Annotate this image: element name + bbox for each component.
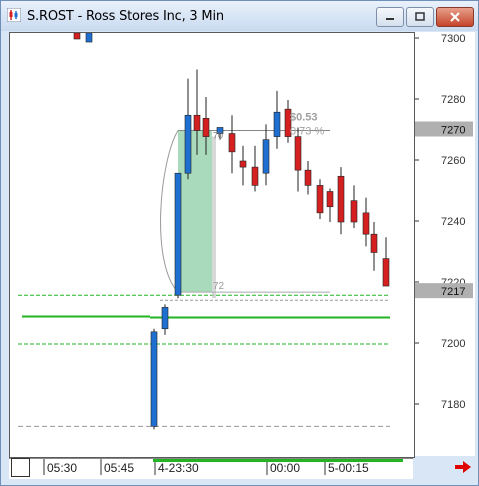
- candle-body: [316, 185, 324, 214]
- price-tick-label: 7200: [441, 338, 465, 350]
- candle-body: [294, 136, 302, 171]
- close-button[interactable]: [436, 7, 474, 27]
- candle-body: [350, 200, 358, 223]
- minimize-button[interactable]: [376, 7, 404, 27]
- change-percent-label: 0.73 %: [290, 126, 324, 138]
- change-amount-label: $0.53: [290, 112, 318, 124]
- candle-body: [73, 32, 81, 40]
- candle-body: [239, 160, 247, 168]
- chart-plot-area[interactable]: $0.53 0.73 % 72 70: [9, 29, 415, 458]
- candle-body: [174, 172, 182, 296]
- candle-body: [202, 118, 210, 137]
- title-bar[interactable]: S.ROST - Ross Stores Inc, 3 Min: [1, 1, 478, 31]
- time-axis[interactable]: 05:30 05:45 4-23:30 00:00 5-00:15: [9, 458, 413, 479]
- candle-body: [273, 111, 281, 137]
- candle-body: [337, 175, 345, 223]
- candle-body: [382, 258, 390, 287]
- price-tick-label: 7260: [441, 155, 465, 167]
- candle-body: [161, 307, 169, 330]
- time-axis-svg: 05:30 05:45 4-23:30 00:00 5-00:15: [43, 459, 403, 475]
- price-tick-label: 7280: [441, 94, 465, 106]
- candle-body: [193, 114, 201, 131]
- candle-body: [370, 233, 378, 253]
- right-arrow-icon[interactable]: [453, 459, 473, 475]
- marker-price-label: 7217: [441, 286, 465, 298]
- candle-body: [304, 169, 312, 186]
- time-tick-label: 4-23:30: [158, 461, 199, 475]
- candle-body: [326, 191, 334, 208]
- low-value-label: 72: [213, 281, 225, 292]
- time-tick-label: 5-00:15: [328, 461, 369, 475]
- price-axis-svg: 718072007220724072607280730072707217: [415, 33, 473, 411]
- entry-zone-shadow: [212, 136, 216, 299]
- price-axis[interactable]: 7180 7200 7220 7240 7260 7280 7300 7270 7217: [415, 32, 475, 456]
- entry-highlight-zone: [178, 130, 212, 293]
- time-range-bar: [153, 459, 403, 462]
- candle-body: [262, 139, 270, 174]
- candle-body: [362, 212, 370, 235]
- time-tick-label: 00:00: [270, 461, 300, 475]
- current-price-label: 7270: [441, 125, 465, 137]
- price-tick-label: 7300: [441, 33, 465, 45]
- candle-body: [251, 166, 259, 186]
- maximize-icon: [415, 12, 425, 21]
- chart-corner-box[interactable]: [11, 458, 30, 477]
- chart-app-icon: [7, 8, 21, 22]
- candle-body: [184, 114, 192, 174]
- price-tick-label: 7180: [441, 399, 465, 411]
- candlestick-chart[interactable]: $0.53 0.73 % 72 70: [10, 29, 414, 457]
- time-tick-label: 05:45: [104, 461, 134, 475]
- high-value-label: 70: [213, 131, 223, 141]
- maximize-button[interactable]: [406, 7, 434, 27]
- candle-body: [150, 331, 158, 427]
- chart-window: S.ROST - Ross Stores Inc, 3 Min $0.53 0.7…: [0, 0, 479, 486]
- window-title: S.ROST - Ross Stores Inc, 3 Min: [27, 9, 224, 24]
- candle-body: [85, 32, 93, 43]
- close-icon: [450, 12, 460, 22]
- minimize-icon: [386, 18, 394, 20]
- candle-body: [228, 133, 236, 153]
- price-tick-label: 7240: [441, 216, 465, 228]
- time-tick-label: 05:30: [47, 461, 77, 475]
